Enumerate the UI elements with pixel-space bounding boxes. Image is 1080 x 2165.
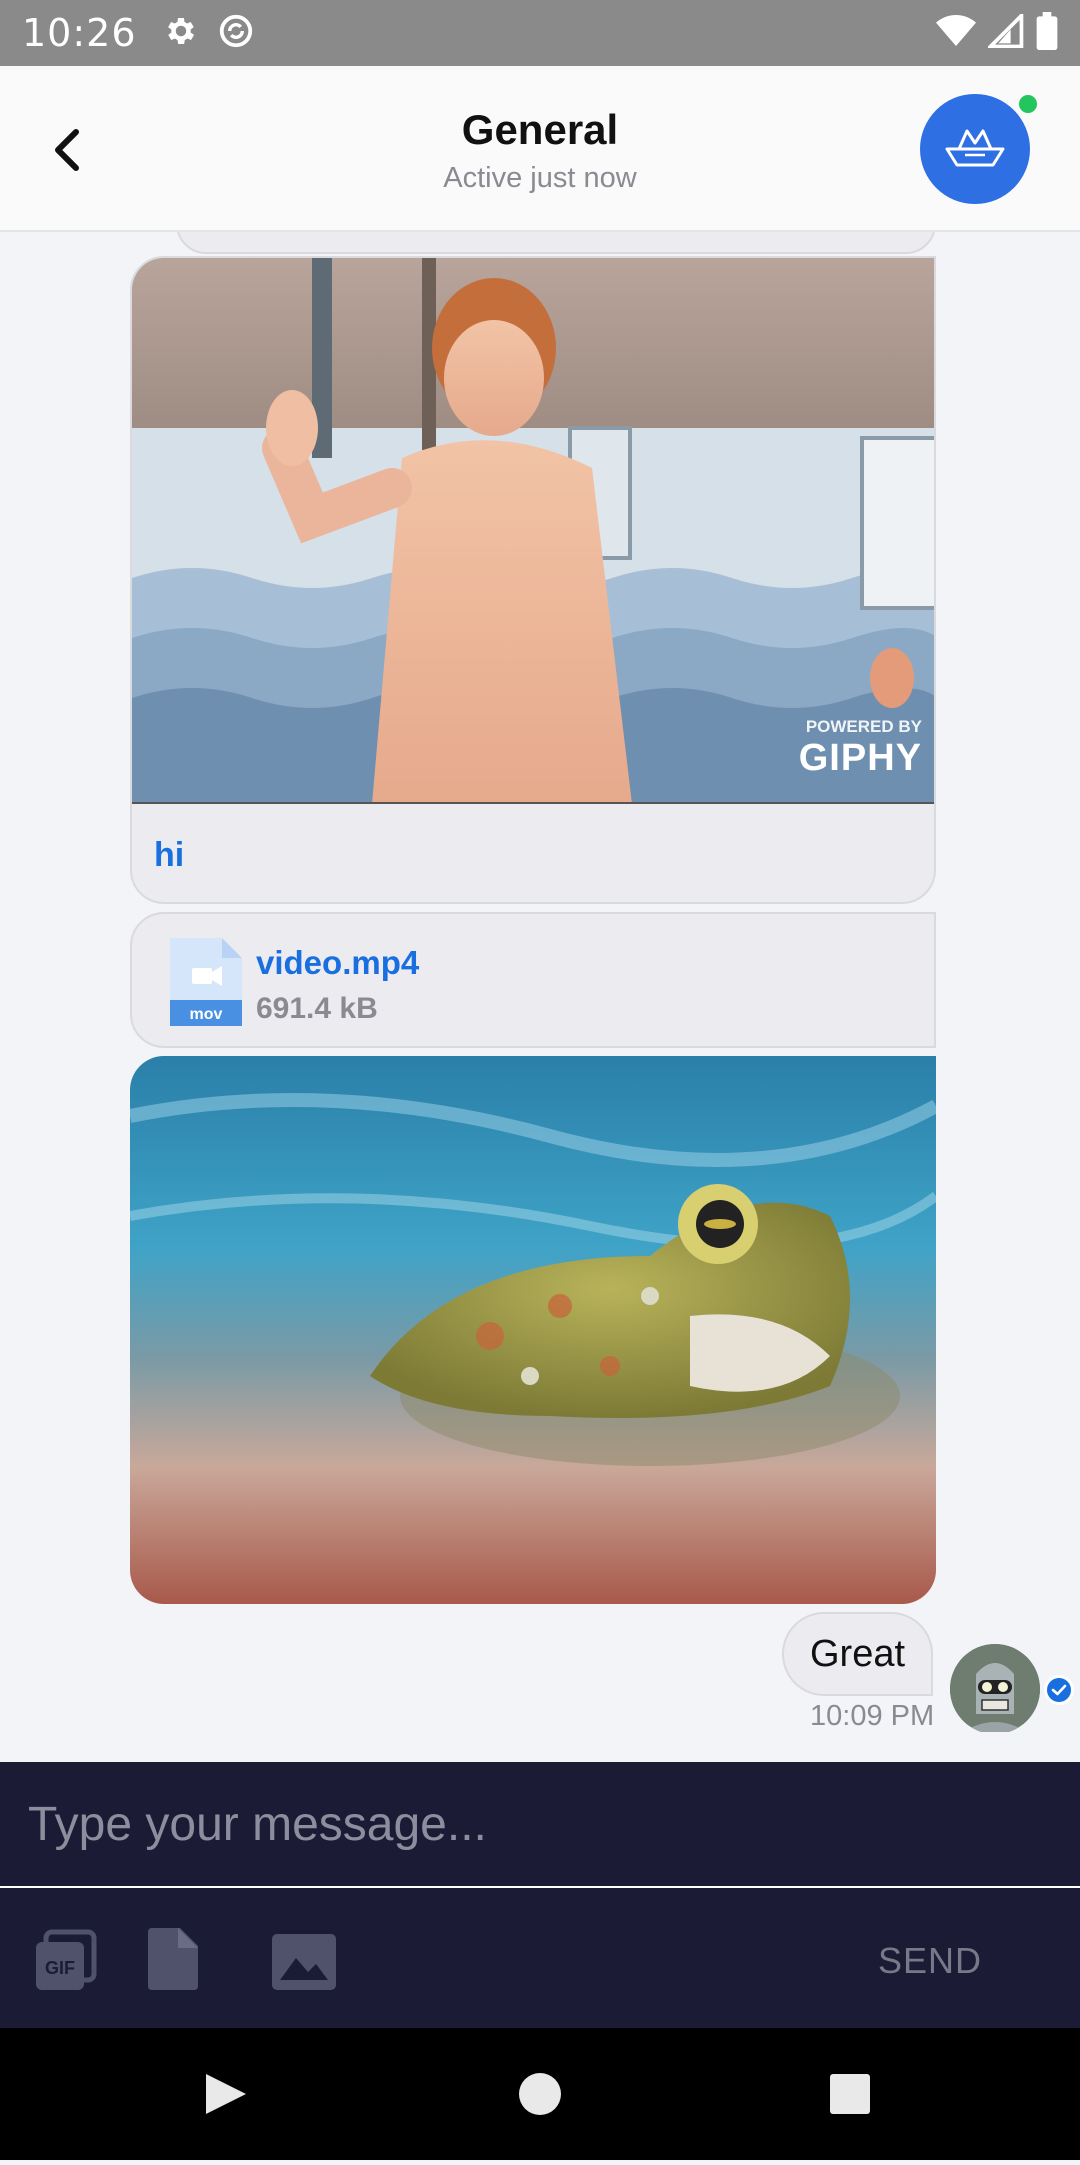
chat-header: General Active just now (0, 66, 1080, 232)
gif-icon: GIF (36, 1929, 97, 1990)
attach-file-button[interactable] (148, 1928, 198, 1995)
nav-back-icon[interactable] (206, 2074, 246, 2114)
file-ext-label: mov (190, 1006, 223, 1023)
sync-icon (217, 12, 255, 55)
gif-image[interactable]: POWERED BY GIPHY (132, 258, 934, 804)
file-name[interactable]: video.mp4 (256, 944, 419, 982)
channel-avatar[interactable] (920, 94, 1030, 204)
battery-icon (1036, 11, 1058, 55)
presence-status: Active just now (443, 162, 637, 194)
message-text: Great (810, 1632, 906, 1675)
nav-recents-icon[interactable] (830, 2074, 870, 2114)
attach-image-button[interactable] (272, 1934, 336, 1995)
status-bar: 10:26 (0, 0, 1080, 66)
message-composer: Type your message... GIF SEND (0, 1762, 1080, 2028)
avatar[interactable] (950, 1644, 1040, 1732)
message-timestamp: 10:09 PM (810, 1700, 935, 1732)
system-nav-bar (0, 2028, 1080, 2160)
status-time: 10:26 (22, 11, 137, 55)
svg-text:GIF: GIF (45, 1958, 75, 1978)
file-icon (148, 1928, 198, 1990)
read-receipt-icon (1044, 1675, 1074, 1705)
gif-caption: hi (154, 836, 185, 874)
send-button[interactable]: SEND (878, 1940, 982, 1982)
gif-button[interactable]: GIF (32, 1928, 98, 1999)
message-bubble-own[interactable]: Great (782, 1612, 934, 1696)
gear-icon (163, 13, 199, 54)
file-attachment[interactable]: mov video.mp4 691.4 kB (130, 912, 936, 1048)
giphy-attribution: POWERED BY GIPHY (798, 717, 922, 779)
message-input[interactable]: Type your message... (0, 1762, 1080, 1888)
message-list[interactable]: POWERED BY GIPHY hi mov video.mp4 691.4 … (0, 232, 1080, 1732)
message-bubble-previous (176, 232, 936, 254)
gif-message[interactable]: POWERED BY GIPHY hi (130, 256, 936, 904)
image-icon (272, 1934, 336, 1990)
wifi-icon (936, 14, 976, 53)
paper-boat-icon (945, 129, 1005, 167)
video-file-icon: mov (170, 938, 242, 1026)
nav-home-icon[interactable] (519, 2073, 561, 2115)
channel-title: General (461, 106, 619, 153)
online-indicator (1016, 92, 1040, 116)
file-size: 691.4 kB (256, 992, 378, 1025)
signal-icon (986, 10, 1024, 53)
image-attachment[interactable] (130, 1056, 936, 1604)
